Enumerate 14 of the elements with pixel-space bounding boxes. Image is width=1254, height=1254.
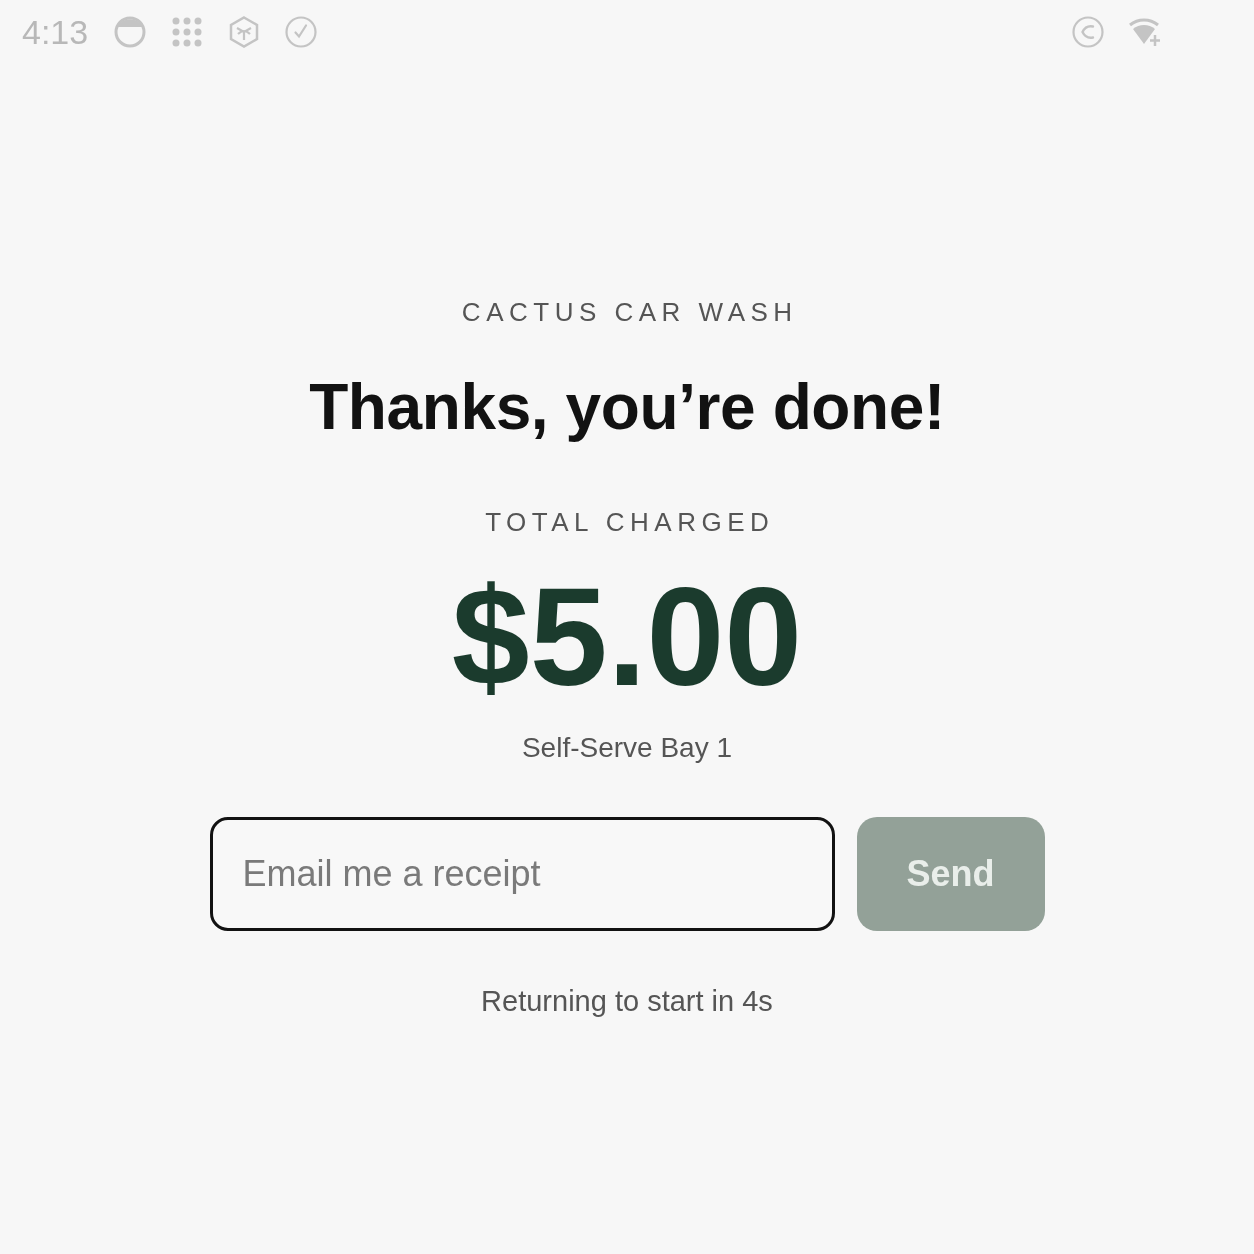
location-text: Self-Serve Bay 1 — [521, 731, 733, 765]
circle-c-icon — [1072, 16, 1104, 48]
hexagon-icon — [228, 16, 261, 48]
total-label: TOTAL CHARGED — [484, 507, 775, 537]
email-input-field[interactable]: Email me a receipt — [209, 817, 835, 931]
countdown-text: Returning to start in 4s — [481, 984, 773, 1019]
half-filled-circle-icon — [114, 16, 147, 48]
brand-name: CACTUS CAR WASH — [460, 297, 798, 327]
total-amount: $5.00 — [451, 567, 803, 707]
grid-icon — [171, 16, 204, 48]
status-time: 4:13 — [22, 12, 89, 52]
wifi-icon — [1128, 17, 1162, 47]
confirmation-title: Thanks, you’re done! — [309, 370, 945, 445]
check-circle-icon — [285, 16, 318, 48]
